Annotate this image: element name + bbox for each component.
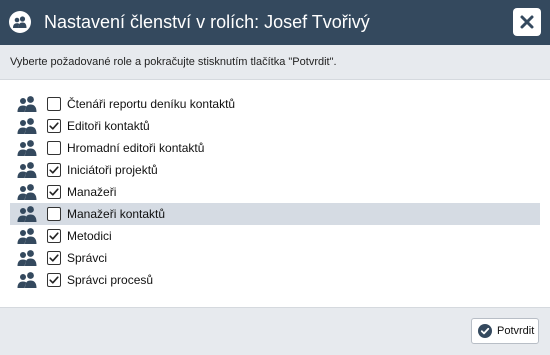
role-label: Správci procesů xyxy=(67,273,154,287)
role-row[interactable]: Iniciátoři projektů xyxy=(10,159,540,181)
role-checkbox[interactable] xyxy=(47,185,61,199)
dialog-footer: Potvrdit xyxy=(0,307,550,355)
dialog-title: Nastavení členství v rolích: Josef Tvoři… xyxy=(44,12,370,32)
role-label: Hromadní editoři kontaktů xyxy=(67,141,205,155)
check-circle-icon xyxy=(478,324,492,338)
role-checkbox[interactable] xyxy=(47,163,61,177)
role-checkbox[interactable] xyxy=(47,273,61,287)
users-icon xyxy=(17,139,39,157)
role-checkbox[interactable] xyxy=(47,97,61,111)
role-label: Metodici xyxy=(67,229,112,243)
role-label: Editoři kontaktů xyxy=(67,119,150,133)
role-row[interactable]: Hromadní editoři kontaktů xyxy=(10,137,540,159)
users-icon xyxy=(17,271,39,289)
role-list: Čtenáři reportu deníku kontaktů Editoři k… xyxy=(10,93,540,291)
confirm-label: Potvrdit xyxy=(497,325,535,337)
role-row[interactable]: Metodici xyxy=(10,225,540,247)
users-icon xyxy=(17,161,39,179)
role-checkbox[interactable] xyxy=(47,207,61,221)
role-row[interactable]: Manažeři xyxy=(10,181,540,203)
close-button[interactable] xyxy=(513,8,541,36)
role-label: Iniciátoři projektů xyxy=(67,163,158,177)
instruction-bar: Vyberte požadované role a pokračujte sti… xyxy=(0,45,550,80)
users-icon xyxy=(17,117,39,135)
role-row[interactable]: Správci procesů xyxy=(10,269,540,291)
users-icon xyxy=(17,227,39,245)
role-checkbox[interactable] xyxy=(47,119,61,133)
role-checkbox[interactable] xyxy=(47,251,61,265)
role-row[interactable]: Manažeři kontaktů xyxy=(10,203,540,225)
role-checkbox[interactable] xyxy=(47,229,61,243)
users-icon xyxy=(17,183,39,201)
instruction-text: Vyberte požadované role a pokračujte sti… xyxy=(10,56,337,68)
users-icon xyxy=(17,205,39,223)
dialog-titlebar: Nastavení členství v rolích: Josef Tvoři… xyxy=(0,0,550,45)
users-icon xyxy=(17,249,39,267)
role-label: Manažeři xyxy=(67,185,117,199)
role-label: Správci xyxy=(67,251,108,265)
users-icon xyxy=(17,95,39,113)
role-row[interactable]: Editoři kontaktů xyxy=(10,115,540,137)
role-checkbox[interactable] xyxy=(47,141,61,155)
role-row[interactable]: Čtenáři reportu deníku kontaktů xyxy=(10,93,540,115)
close-icon xyxy=(520,15,534,29)
users-icon xyxy=(9,11,31,33)
role-row[interactable]: Správci xyxy=(10,247,540,269)
confirm-button[interactable]: Potvrdit xyxy=(471,318,539,344)
role-membership-dialog: Nastavení členství v rolích: Josef Tvoři… xyxy=(0,0,550,355)
role-label: Manažeři kontaktů xyxy=(67,207,166,221)
role-label: Čtenáři reportu deníku kontaktů xyxy=(67,97,236,111)
